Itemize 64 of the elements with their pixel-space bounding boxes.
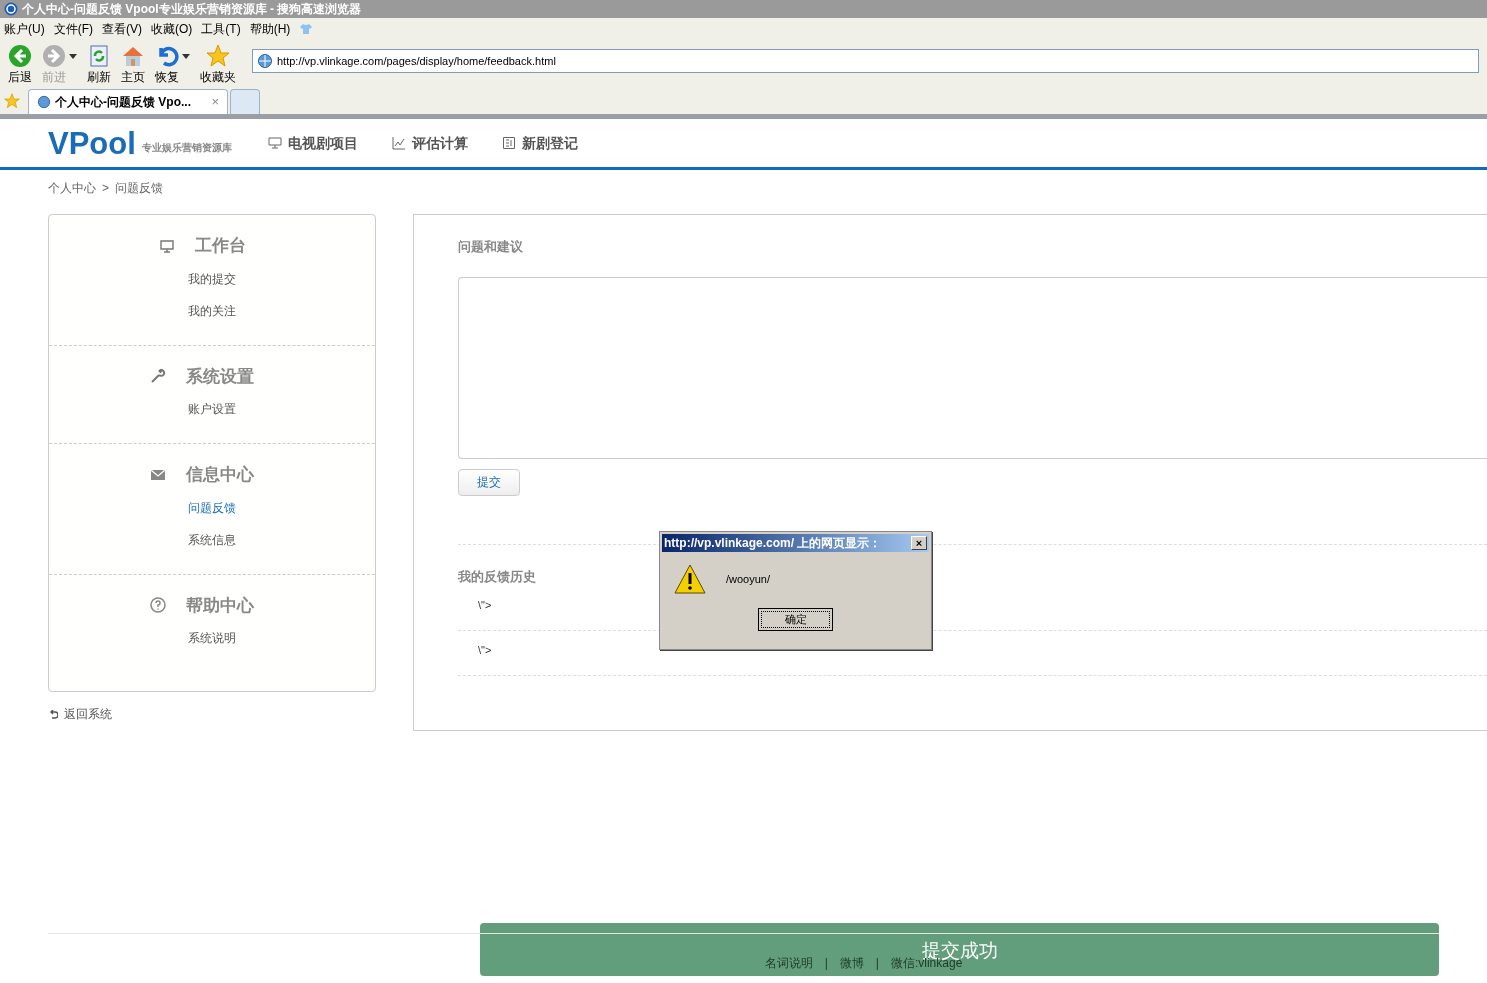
menu-item[interactable]: 账户(U): [4, 20, 45, 38]
menu-item[interactable]: 文件(F): [53, 20, 93, 38]
menu-item[interactable]: 工具(T): [201, 20, 241, 38]
shirt-icon[interactable]: [299, 23, 314, 35]
dialog-message: /wooyun/: [726, 571, 771, 587]
line-chart-icon: [391, 136, 406, 150]
field-label: 问题和建议: [458, 238, 524, 256]
sidebar-link[interactable]: 问题反馈: [188, 491, 236, 524]
sidebar-link[interactable]: 我的提交: [188, 262, 236, 295]
sidebar-heading: 信息中心: [186, 464, 254, 486]
feedback-entry: \">: [478, 642, 492, 658]
close-button[interactable]: ×: [911, 536, 927, 550]
browser-tab[interactable]: 个人中心-问题反馈 Vpo... ×: [28, 89, 228, 114]
warning-icon: [674, 564, 706, 594]
caret-icon[interactable]: [182, 54, 190, 59]
sidebar-link[interactable]: 系统信息: [188, 523, 236, 556]
toolbar-button[interactable]: 后退: [8, 44, 32, 84]
nav-link[interactable]: 评估计算: [391, 132, 468, 154]
ok-button[interactable]: 确定: [758, 608, 833, 631]
star-icon: [206, 44, 230, 68]
breadcrumb-item[interactable]: 问题反馈: [115, 179, 163, 214]
document-icon: [501, 136, 516, 150]
sidebar-heading: 系统设置: [186, 365, 254, 388]
footer-separator: |: [875, 955, 879, 972]
footer-link[interactable]: 微博: [839, 954, 864, 983]
sidebar-heading: 工作台: [194, 235, 246, 257]
tagline: 专业娱乐营销资源库: [141, 140, 232, 155]
toolbar-button[interactable]: 主页: [121, 44, 145, 84]
help-icon: [150, 597, 166, 614]
breadcrumb-item: >: [102, 180, 109, 197]
refresh-icon: [87, 44, 111, 68]
star-icon[interactable]: [4, 93, 20, 109]
menu-item[interactable]: 帮助(H): [249, 20, 291, 38]
toolbar-button[interactable]: 刷新: [87, 44, 111, 84]
address-bar[interactable]: http://vp.vlinkage.com/pages/display/home/feedback.html: [252, 49, 1479, 73]
browser-logo-icon: [4, 2, 18, 16]
toolbar-button[interactable]: 恢复: [155, 44, 179, 84]
menu-item[interactable]: 收藏(O): [151, 20, 193, 38]
logo[interactable]: VPool: [48, 127, 136, 159]
feedback-entry: \">: [478, 597, 492, 613]
close-icon[interactable]: ×: [211, 92, 219, 112]
sidebar-link[interactable]: 账户设置: [188, 393, 236, 425]
menu-item[interactable]: 查看(V): [102, 20, 142, 38]
feedback-textarea[interactable]: [458, 276, 1487, 459]
section-title: 我的反馈历史: [458, 567, 536, 586]
window-title: 个人中心-问题反馈 Vpool专业娱乐营销资源库 - 搜狗高速浏览器: [22, 1, 362, 18]
submit-button[interactable]: 提交: [458, 468, 520, 496]
footer-separator: |: [824, 955, 828, 972]
dialog-title-bar: http://vp.vlinkage.com/ 上的网页显示： ×: [662, 534, 929, 552]
back-link[interactable]: 返回系统: [50, 705, 376, 723]
globe-icon: [257, 53, 273, 69]
footer-link[interactable]: 名词说明: [764, 954, 813, 983]
breadcrumb-item[interactable]: 个人中心: [48, 179, 96, 214]
home-icon: [121, 44, 145, 68]
new-tab-button[interactable]: [230, 89, 260, 114]
return-icon: [50, 709, 58, 719]
monitor-icon: [267, 136, 282, 150]
nav-link[interactable]: 新剧登记: [501, 132, 578, 154]
monitor-icon: [158, 237, 175, 254]
sidebar-heading: 帮助中心: [186, 594, 254, 617]
sidebar-link[interactable]: 系统说明: [188, 622, 236, 654]
sidebar-link[interactable]: 我的关注: [188, 294, 236, 327]
toolbar-button[interactable]: 收藏夹: [200, 44, 236, 84]
nav-link[interactable]: 电视剧项目: [267, 132, 358, 154]
